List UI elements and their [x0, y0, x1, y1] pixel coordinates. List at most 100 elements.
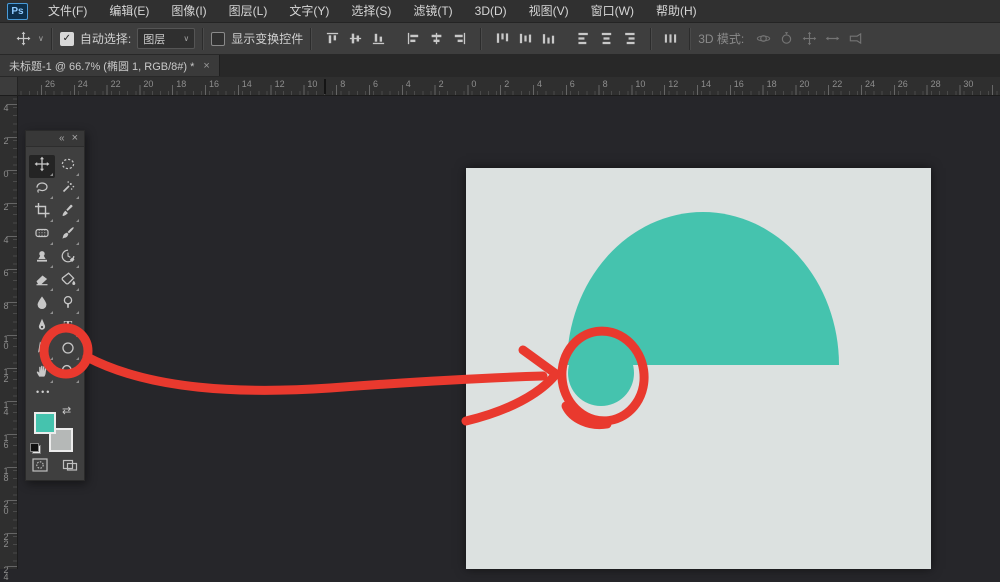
auto-select-layer-dropdown[interactable]: 图层 ∨ — [137, 28, 195, 49]
menu-item-4[interactable]: 文字(Y) — [278, 0, 340, 22]
tools-panel: « × T ••• ⇄ — [25, 130, 85, 481]
h-ruler-label: 14 — [701, 79, 711, 89]
clone-stamp-tool[interactable] — [29, 247, 55, 270]
v-ruler-label: 6 — [2, 270, 10, 277]
tool-options-bar: ∨ ✓ 自动选择: 图层 ∨ 显示变换控件 3D 模式: — [0, 23, 1000, 55]
menu-item-3[interactable]: 图层(L) — [218, 0, 279, 22]
stamp-icon — [34, 248, 50, 269]
align-vcenter-icon[interactable] — [347, 30, 364, 47]
h-ruler-label: 24 — [865, 79, 875, 89]
3d-orbit-icon[interactable] — [755, 30, 772, 47]
align-icons-vertical — [321, 30, 390, 47]
ellipse-tool[interactable] — [55, 339, 81, 362]
distribute-spacing-icon[interactable] — [662, 30, 679, 47]
dist-left-icon[interactable] — [575, 30, 592, 47]
dist-right-icon[interactable] — [621, 30, 638, 47]
eyedropper-tool[interactable] — [55, 201, 81, 224]
menu-item-2[interactable]: 图像(I) — [160, 0, 217, 22]
teal-ellipse-shape[interactable] — [568, 340, 634, 406]
magic-wand-tool[interactable] — [55, 178, 81, 201]
panel-close-icon[interactable]: × — [72, 131, 78, 146]
separator — [310, 28, 312, 50]
wand-icon — [60, 179, 76, 200]
dist-bottom-icon[interactable] — [540, 30, 557, 47]
menu-item-9[interactable]: 窗口(W) — [580, 0, 645, 22]
v-ruler-label: 2 — [2, 204, 10, 211]
document-tab-bar: 未标题-1 @ 66.7% (椭圆 1, RGB/8#) * × — [0, 55, 1000, 77]
dist-vcenter-icon[interactable] — [517, 30, 534, 47]
quick-mask-button[interactable] — [32, 457, 50, 473]
move-tool[interactable] — [29, 155, 55, 178]
menu-item-6[interactable]: 滤镜(T) — [402, 0, 463, 22]
zoom-icon — [60, 363, 76, 384]
h-ruler-label: 2 — [504, 79, 509, 89]
pen-tool[interactable] — [29, 316, 55, 339]
align-right-icon[interactable] — [451, 30, 468, 47]
brush-tool[interactable] — [55, 224, 81, 247]
v-ruler-label: 1 2 — [2, 369, 10, 383]
crop-tool[interactable] — [29, 201, 55, 224]
paint-bucket-tool[interactable] — [55, 270, 81, 293]
tool-preset-caret-icon[interactable]: ∨ — [38, 34, 44, 43]
swap-colors-icon[interactable]: ⇄ — [62, 404, 71, 417]
pen-icon — [34, 317, 50, 338]
h-ruler-label: 6 — [373, 79, 378, 89]
dodge-icon — [60, 294, 76, 315]
document-tab[interactable]: 未标题-1 @ 66.7% (椭圆 1, RGB/8#) * × — [0, 55, 220, 76]
blur-tool[interactable] — [29, 293, 55, 316]
menu-item-0[interactable]: 文件(F) — [37, 0, 98, 22]
3d-pan-icon[interactable] — [801, 30, 818, 47]
h-ruler-label: 22 — [832, 79, 842, 89]
align-left-icon[interactable] — [405, 30, 422, 47]
align-top-icon[interactable] — [324, 30, 341, 47]
dodge-tool[interactable] — [55, 293, 81, 316]
tab-close-icon[interactable]: × — [203, 60, 209, 72]
type-tool[interactable]: T — [55, 316, 81, 339]
separator — [650, 28, 652, 50]
hand-tool[interactable] — [29, 362, 55, 385]
patch-tool[interactable] — [29, 224, 55, 247]
dist-top-icon[interactable] — [494, 30, 511, 47]
h-ruler-label: 28 — [931, 79, 941, 89]
h-ruler-label: 24 — [78, 79, 88, 89]
h-ruler-label: 12 — [668, 79, 678, 89]
vertical-ruler[interactable]: 42024681 01 21 41 61 82 02 22 4 — [0, 95, 18, 569]
screen-mode-button[interactable] — [62, 457, 80, 473]
panel-collapse-icon[interactable]: « — [59, 131, 65, 146]
lasso-tool[interactable] — [29, 178, 55, 201]
history-brush-tool[interactable] — [55, 247, 81, 270]
horizontal-ruler[interactable]: 2624222018161412108642024681012141618202… — [17, 77, 1000, 96]
canvas-document[interactable] — [466, 168, 931, 569]
3d-slide-icon[interactable] — [824, 30, 841, 47]
menu-items: 文件(F)编辑(E)图像(I)图层(L)文字(Y)选择(S)滤镜(T)3D(D)… — [37, 0, 708, 22]
menu-item-8[interactable]: 视图(V) — [518, 0, 580, 22]
align-hcenter-icon[interactable] — [428, 30, 445, 47]
eraser-tool[interactable] — [29, 270, 55, 293]
zoom-tool[interactable] — [55, 362, 81, 385]
auto-select-checkbox[interactable]: ✓ — [60, 32, 74, 46]
menu-item-1[interactable]: 编辑(E) — [98, 0, 160, 22]
3d-roll-icon[interactable] — [778, 30, 795, 47]
h-ruler-label: 14 — [242, 79, 252, 89]
menu-item-10[interactable]: 帮助(H) — [645, 0, 708, 22]
h-ruler-label: 10 — [635, 79, 645, 89]
path-selection-tool[interactable] — [29, 339, 55, 362]
align-bottom-icon[interactable] — [370, 30, 387, 47]
v-ruler-label: 2 4 — [2, 567, 10, 581]
separator — [202, 28, 204, 50]
elliptical-marquee-tool[interactable] — [55, 155, 81, 178]
show-transform-checkbox[interactable] — [211, 32, 225, 46]
move-tool-preset-icon[interactable] — [15, 30, 32, 47]
3d-zoom-icon[interactable] — [847, 30, 864, 47]
ruler-corner[interactable] — [0, 77, 18, 96]
foreground-color-swatch[interactable] — [34, 412, 56, 434]
marquee-ellipse-icon — [60, 156, 76, 177]
menu-item-7[interactable]: 3D(D) — [464, 0, 518, 22]
document-tab-title: 未标题-1 @ 66.7% (椭圆 1, RGB/8#) * — [9, 58, 194, 74]
dist-hcenter-icon[interactable] — [598, 30, 615, 47]
tools-grid: T — [29, 155, 81, 385]
default-colors-icon[interactable] — [30, 443, 41, 454]
edit-toolbar-button[interactable]: ••• — [36, 387, 51, 397]
menu-item-5[interactable]: 选择(S) — [340, 0, 402, 22]
ruler-cursor-marker — [324, 79, 326, 94]
